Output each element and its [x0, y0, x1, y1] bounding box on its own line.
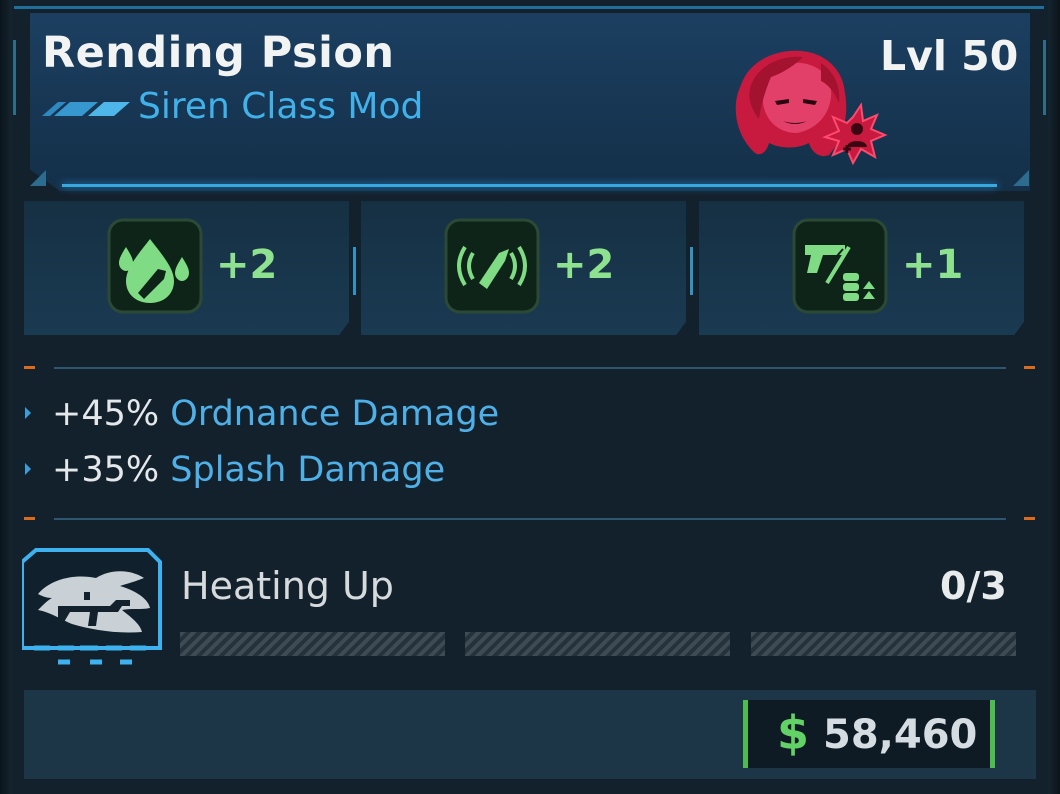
siren-portrait-icon [735, 50, 888, 166]
radiating-bullet-icon [444, 218, 540, 314]
corner-decoration [1013, 170, 1029, 186]
section-marker [24, 366, 35, 369]
section-marker [24, 517, 35, 520]
stat-line-1: +45% Ordnance Damage [52, 394, 499, 434]
skill-1-value: +2 [216, 242, 278, 288]
price-amount: 58,460 [823, 712, 978, 758]
section-rule [54, 518, 1006, 520]
skill-divider [353, 247, 356, 295]
stat-bullet-icon [25, 463, 31, 475]
skill-2-value: +2 [553, 242, 615, 288]
flaming-rifle-icon[interactable] [22, 548, 162, 670]
item-type: Siren Class Mod [138, 86, 424, 127]
stat-line-2: +35% Splash Damage [52, 450, 445, 490]
stat-1-value: +45% [52, 394, 160, 434]
item-level: Lvl 50 [880, 32, 1019, 80]
header-glow-line [62, 184, 997, 187]
perk-progress-count: 0/3 [940, 564, 1007, 608]
perk-name: Heating Up [181, 564, 394, 608]
stat-2-label: Splash Damage [170, 450, 446, 490]
top-border [14, 6, 1044, 9]
frame-tick-left [13, 40, 16, 115]
corner-decoration [30, 170, 46, 186]
item-card: Rending Psion Siren Class Mod Lvl 50 +2 [0, 0, 1060, 794]
perk-progress-segment-2 [465, 632, 730, 656]
stat-1-label: Ordnance Damage [170, 394, 500, 434]
section-rule [54, 367, 1006, 369]
water-drop-bullet-icon [107, 218, 203, 314]
stat-bullet-icon [25, 407, 31, 419]
section-marker [1024, 366, 1035, 369]
frame-tick-right [1043, 40, 1046, 115]
currency-dollar-icon: $ [777, 706, 810, 760]
section-marker [1024, 517, 1035, 520]
skill-3-value: +1 [902, 242, 964, 288]
frame-right [1048, 0, 1060, 794]
perk-progress-segment-1 [180, 632, 445, 656]
perk-progress-segment-3 [751, 632, 1016, 656]
rarity-chevrons-icon [42, 102, 130, 116]
skill-divider [690, 247, 693, 295]
item-name: Rending Psion [42, 28, 395, 78]
frame-left [0, 0, 12, 794]
stat-2-value: +35% [52, 450, 160, 490]
pistol-ammo-upgrade-icon [792, 218, 888, 314]
